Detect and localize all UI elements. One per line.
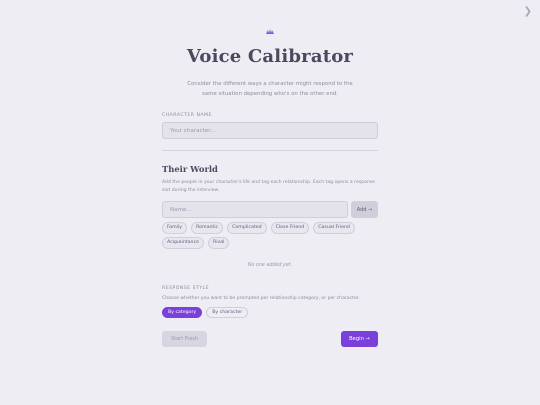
empty-state-note: No one added yet. xyxy=(247,263,293,268)
response-style-label: RESPONSE STYLE xyxy=(162,286,210,291)
start-fresh-button[interactable]: Start Fresh xyxy=(162,331,207,347)
tag-romantic[interactable]: Romantic xyxy=(191,222,224,234)
their-world-description: Add the people in your character's life … xyxy=(162,180,376,193)
response-style-toggle: By category By character xyxy=(162,307,249,318)
character-name-input[interactable] xyxy=(162,122,378,139)
quill-icon xyxy=(266,29,274,34)
character-name-label: CHARACTER NAME xyxy=(162,113,212,118)
tag-close-friend[interactable]: Close Friend xyxy=(270,222,310,234)
page-subtitle: Consider the different ways a character … xyxy=(187,81,353,97)
chevron-right-icon[interactable]: ❯ xyxy=(524,6,532,17)
tag-casual-friend[interactable]: Casual Friend xyxy=(313,222,355,234)
relationship-tags: Family Romantic Complicated Close Friend… xyxy=(162,222,378,249)
tag-family[interactable]: Family xyxy=(162,222,188,234)
their-world-title: Their World xyxy=(162,164,218,174)
page-title: Voice Calibrator xyxy=(186,46,354,67)
tag-rival[interactable]: Rival xyxy=(207,237,230,249)
tag-complicated[interactable]: Complicated xyxy=(227,222,267,234)
section-divider xyxy=(162,150,378,151)
add-person-button[interactable]: Add → xyxy=(351,201,378,218)
tag-acquaintance[interactable]: Acquaintance xyxy=(162,237,204,249)
person-name-input[interactable] xyxy=(162,201,348,218)
response-style-description: Choose whether you want to be prompted p… xyxy=(162,296,360,301)
by-category-option[interactable]: By category xyxy=(162,307,203,318)
begin-button[interactable]: Begin → xyxy=(341,331,378,347)
by-character-option[interactable]: By character xyxy=(206,307,249,318)
